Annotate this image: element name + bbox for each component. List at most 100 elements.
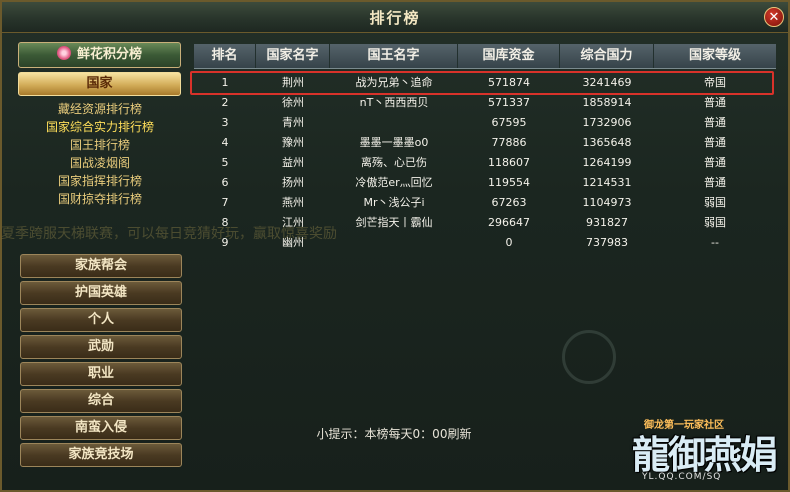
menu-button[interactable]: 职业: [20, 362, 182, 386]
table-row[interactable]: 1 荆州 战为兄弟丶追命 571874 3241469 帝国: [194, 73, 776, 93]
table-cell: 737983: [586, 236, 628, 249]
table-row[interactable]: 7 燕州 Mr丶浅公子i 67263 1104973 弱国: [194, 193, 776, 213]
menu-button[interactable]: 综合: [20, 389, 182, 413]
column-header[interactable]: 排名: [194, 44, 256, 68]
refresh-tip: 小提示：本榜每天0：00刷新: [316, 427, 472, 441]
sidebar-subitem[interactable]: 国财掠夺排行榜: [16, 190, 184, 208]
table-cell: 8: [221, 216, 229, 229]
table-cell: 江州: [282, 216, 304, 229]
table-cell: 普通: [704, 136, 726, 149]
nation-category-label: 国家: [86, 76, 113, 91]
table-cell: 571874: [488, 76, 530, 89]
table-row[interactable]: 4 豫州 墨墨一墨墨o0 77886 1365648 普通: [194, 133, 776, 153]
table-cell: 118607: [488, 156, 530, 169]
menu-button[interactable]: 家族帮会: [20, 254, 182, 278]
sidebar-subitem[interactable]: 国家指挥排行榜: [16, 172, 184, 190]
column-header[interactable]: 国王名字: [330, 44, 458, 68]
close-icon: ✕: [768, 10, 780, 25]
table-row[interactable]: 5 益州 离殇、心已伤 118607 1264199 普通: [194, 153, 776, 173]
table-cell: 571337: [488, 96, 530, 109]
table-cell: [330, 113, 458, 133]
site-logo[interactable]: 御龙第一玩家社区 龍御燕娟 YL.QQ.COM/SQ: [630, 414, 786, 486]
table-body: 1 荆州 战为兄弟丶追命 571874 3241469 帝国 2 徐州 nT丶西西西贝 57133…: [190, 69, 776, 253]
table-cell: 弱国: [704, 196, 726, 209]
table-cell: 6: [221, 176, 229, 189]
table-cell: 幽州: [282, 236, 304, 249]
sidebar-subitem[interactable]: 国家综合实力排行榜: [16, 118, 184, 136]
table-row[interactable]: 2 徐州 nT丶西西西贝 571337 1858914 普通: [194, 93, 776, 113]
table-cell: 1264199: [582, 156, 632, 169]
table-cell: 67263: [491, 196, 527, 209]
table-cell: 2: [221, 96, 229, 109]
table-cell: 普通: [704, 156, 726, 169]
table-cell: 荆州: [282, 76, 304, 89]
sidebar-subitem[interactable]: 国王排行榜: [16, 136, 184, 154]
table-cell: --: [711, 236, 719, 249]
table-cell: [330, 233, 458, 253]
table-cell: 战为兄弟丶追命: [355, 76, 433, 89]
table-cell: 3: [221, 116, 229, 129]
table-cell: 1214531: [582, 176, 632, 189]
table-cell: 296647: [488, 216, 530, 229]
flower-icon: [56, 46, 71, 60]
table-cell: 1732906: [582, 116, 632, 129]
menu-button[interactable]: 家族竞技场: [20, 443, 182, 467]
table-cell: 1104973: [582, 196, 632, 209]
table-cell: 931827: [586, 216, 628, 229]
table-cell: 燕州: [282, 196, 304, 209]
table-cell: 墨墨一墨墨o0: [359, 136, 429, 149]
column-header[interactable]: 国家名字: [256, 44, 330, 68]
table-header: 排名 国家名字 国王名字 国库资金 综合国力 国家等级: [194, 44, 776, 69]
logo-title: 龍御燕娟: [632, 432, 778, 477]
column-header[interactable]: 综合国力: [560, 44, 654, 68]
table-row[interactable]: 3 青州 67595 1732906 普通: [194, 113, 776, 133]
column-header[interactable]: 国家等级: [654, 44, 776, 68]
table-cell: nT丶西西西贝: [359, 96, 429, 109]
table-cell: 1365648: [582, 136, 632, 149]
table-cell: 9: [221, 236, 229, 249]
table-cell: 徐州: [282, 96, 304, 109]
table-cell: 1858914: [582, 96, 632, 109]
table-cell: 7: [221, 196, 229, 209]
menu-button[interactable]: 南蛮入侵: [20, 416, 182, 440]
menu-button[interactable]: 个人: [20, 308, 182, 332]
table-cell: 普通: [704, 116, 726, 129]
table-cell: 冷傲范er灬回忆: [355, 176, 433, 189]
table-cell: 119554: [488, 176, 530, 189]
table-cell: 4: [221, 136, 229, 149]
table-cell: 普通: [704, 96, 726, 109]
table-cell: 青州: [282, 116, 304, 129]
table-cell: 普通: [704, 176, 726, 189]
title-bar[interactable]: 排行榜 ✕: [2, 2, 788, 33]
table-cell: Mr丶浅公子i: [363, 196, 425, 209]
table-cell: 益州: [282, 156, 304, 169]
table-cell: 剑芒指天丨霸仙: [355, 216, 433, 229]
flower-ranking-label: 鲜花积分榜: [76, 47, 142, 62]
table-cell: 67595: [491, 116, 527, 129]
category-menu: 家族帮会护国英雄个人武勋职业综合南蛮入侵家族竞技场: [20, 254, 182, 470]
table-cell: 1: [221, 76, 229, 89]
menu-button[interactable]: 武勋: [20, 335, 182, 359]
table-cell: 5: [221, 156, 229, 169]
close-button[interactable]: ✕: [764, 7, 784, 27]
table-cell: 77886: [491, 136, 527, 149]
table-cell: 0: [505, 236, 513, 249]
table-cell: 3241469: [582, 76, 632, 89]
table-cell: 扬州: [282, 176, 304, 189]
sidebar-subitem[interactable]: 国战凌烟阁: [16, 154, 184, 172]
table-cell: 帝国: [704, 76, 726, 89]
table-row[interactable]: 6 扬州 冷傲范er灬回忆 119554 1214531 普通: [194, 173, 776, 193]
nation-subcategory-list: 藏经资源排行榜 国家综合实力排行榜 国王排行榜 国战凌烟阁 国家指挥排行榜 国财掠夺排行榜: [16, 100, 184, 208]
column-header[interactable]: 国库资金: [458, 44, 560, 68]
nation-category-button[interactable]: 国家: [18, 72, 181, 96]
logo-url: YL.QQ.COM/SQ: [642, 472, 722, 482]
table-row[interactable]: 8 江州 剑芒指天丨霸仙 296647 931827 弱国: [194, 213, 776, 233]
sidebar-subitem[interactable]: 藏经资源排行榜: [16, 100, 184, 118]
window-title: 排行榜: [369, 9, 421, 27]
flower-ranking-tab[interactable]: 鲜花积分榜: [18, 42, 181, 68]
table-cell: 离殇、心已伤: [361, 156, 427, 169]
menu-button[interactable]: 护国英雄: [20, 281, 182, 305]
table-row[interactable]: 9 幽州 0 737983 --: [194, 233, 776, 253]
table-cell: 弱国: [704, 216, 726, 229]
table-cell: 豫州: [282, 136, 304, 149]
